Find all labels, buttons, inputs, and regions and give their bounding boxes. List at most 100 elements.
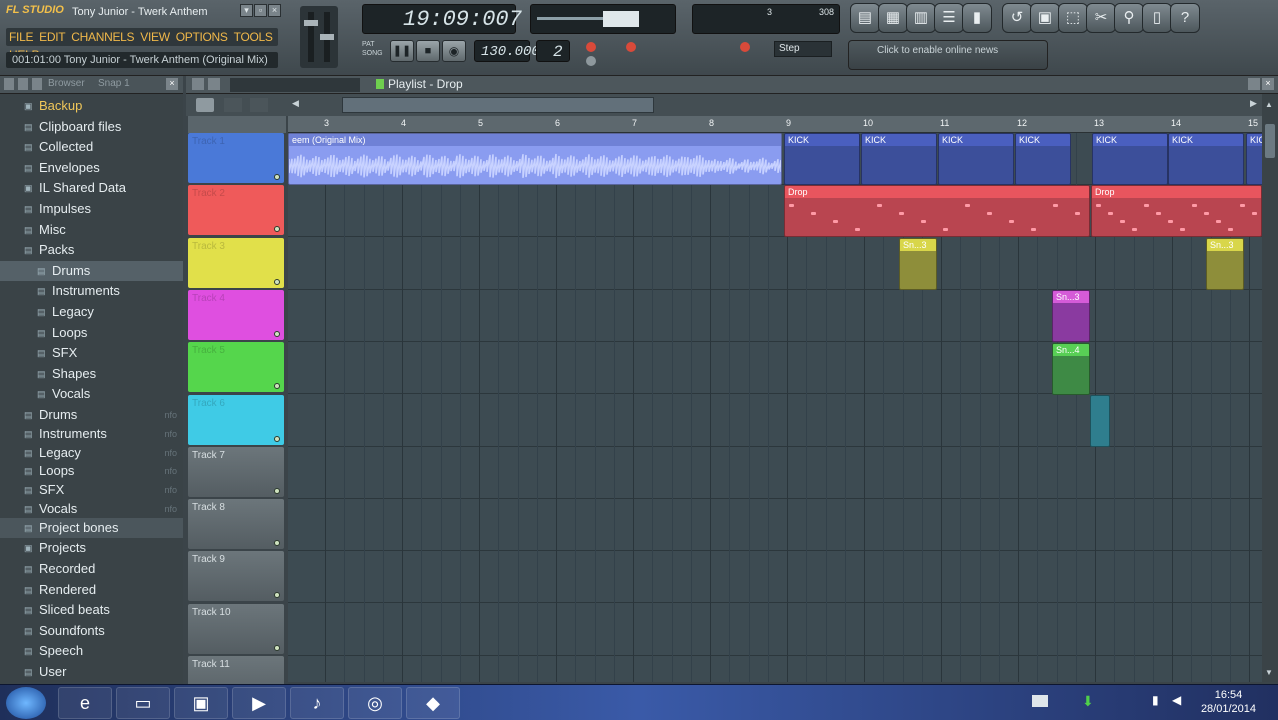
- track-mute-icon[interactable]: [274, 383, 280, 390]
- browser-item[interactable]: ▤ Drums: [0, 260, 183, 281]
- pattern-selector[interactable]: 2: [536, 40, 570, 62]
- system-clock[interactable]: 16:54 28/01/2014: [1201, 688, 1256, 716]
- short-pattern-clip[interactable]: Sn...4: [1052, 343, 1090, 395]
- browser-item[interactable]: ▤ Speech: [0, 641, 183, 661]
- file-explorer-icon[interactable]: ▭: [116, 687, 170, 719]
- browser-item[interactable]: ▤ Envelopes: [0, 158, 183, 178]
- browser-item[interactable]: ▤ Recorded: [0, 559, 183, 579]
- playlist-title[interactable]: Playlist - Drop: [388, 77, 463, 91]
- snap-selector[interactable]: Step: [774, 41, 832, 57]
- horizontal-scrollbar[interactable]: [342, 97, 654, 113]
- browser-item[interactable]: ▤ Instruments nfo: [0, 424, 183, 442]
- record-button[interactable]: ◉: [442, 40, 466, 62]
- browser-forward-icon[interactable]: [18, 78, 28, 90]
- track-mute-icon[interactable]: [274, 592, 280, 599]
- browser-menu-icon[interactable]: [32, 78, 42, 90]
- mixer-icon[interactable]: ▮: [962, 3, 992, 33]
- short-pattern-clip[interactable]: Sn...3: [1206, 238, 1244, 290]
- menu-file[interactable]: FILE: [6, 28, 36, 46]
- browser-item[interactable]: ▤ Rendered: [0, 580, 183, 600]
- kick-pattern-clip[interactable]: KICK: [1015, 133, 1071, 185]
- track-lane[interactable]: [288, 238, 1262, 290]
- track-mute-icon[interactable]: [274, 330, 280, 337]
- playlist-icon[interactable]: ▤: [850, 3, 880, 33]
- track-lane[interactable]: [288, 395, 1262, 447]
- volume-icon[interactable]: ◀: [1172, 693, 1186, 709]
- cut-icon[interactable]: ✂: [1086, 3, 1116, 33]
- playlist-tool-icons[interactable]: [230, 78, 360, 92]
- track-lane[interactable]: [288, 604, 1262, 656]
- vertical-scrollbar[interactable]: ▲ ▼: [1262, 94, 1278, 682]
- browser-item[interactable]: ▤ Soundfonts: [0, 621, 183, 641]
- start-button[interactable]: [6, 687, 46, 719]
- metronome-icon[interactable]: [586, 56, 596, 66]
- track-lane[interactable]: [288, 551, 1262, 604]
- menu-tools[interactable]: TOOLS: [231, 28, 276, 46]
- browser-item[interactable]: ▤ Collected: [0, 137, 183, 157]
- scroll-right-icon[interactable]: ▶: [1250, 98, 1260, 112]
- track-header[interactable]: Track 2: [188, 185, 284, 236]
- minimize-icon[interactable]: ▾: [240, 4, 253, 17]
- tray-icon[interactable]: [1032, 695, 1048, 707]
- kick-pattern-clip[interactable]: KICK: [1168, 133, 1244, 185]
- track-mute-icon[interactable]: [274, 487, 280, 494]
- drop-pattern-clip[interactable]: Drop: [1091, 185, 1262, 237]
- browser-item[interactable]: ▤ Sliced beats: [0, 600, 183, 620]
- short-pattern-clip[interactable]: [1090, 395, 1110, 447]
- track-lane[interactable]: [288, 447, 1262, 499]
- track-mute-icon[interactable]: [274, 278, 280, 285]
- short-pattern-clip[interactable]: Sn...3: [1052, 290, 1090, 342]
- kick-pattern-clip[interactable]: KICK: [1246, 133, 1262, 185]
- track-lane[interactable]: [288, 656, 1262, 682]
- kick-pattern-clip[interactable]: KICK: [938, 133, 1014, 185]
- track-header[interactable]: Track 6: [188, 394, 284, 445]
- browser-item[interactable]: ▣ IL Shared Data: [0, 178, 183, 198]
- browser-back-icon[interactable]: [4, 78, 14, 90]
- close-icon[interactable]: ×: [268, 4, 281, 17]
- stop-button[interactable]: ■: [416, 40, 440, 62]
- scroll-up-icon[interactable]: ▲: [1265, 100, 1275, 109]
- track-mute-icon[interactable]: [274, 644, 280, 651]
- audio-clip[interactable]: eem (Original Mix): [288, 133, 782, 185]
- playlist-close-icon[interactable]: ×: [1262, 78, 1274, 90]
- news-panel[interactable]: Click to enable online news: [848, 40, 1048, 70]
- browser-item[interactable]: ▤ Packs: [0, 240, 183, 260]
- browser-item[interactable]: ▣ Projects: [0, 538, 183, 558]
- browser-item[interactable]: ▤ Drums nfo: [0, 405, 183, 423]
- track-header[interactable]: Track 1: [188, 133, 284, 183]
- kick-pattern-clip[interactable]: KICK: [784, 133, 860, 185]
- network-icon[interactable]: ▮: [1152, 693, 1166, 709]
- maximize-icon[interactable]: ▫: [254, 4, 267, 17]
- playlist-snap-icon[interactable]: [208, 78, 220, 90]
- track-header[interactable]: Track 4: [188, 289, 284, 340]
- media-player-icon[interactable]: ▣: [174, 687, 228, 719]
- pattern-clip-icon[interactable]: [196, 98, 214, 112]
- save-icon[interactable]: ▣: [1030, 3, 1060, 33]
- menu-view[interactable]: VIEW: [137, 28, 172, 46]
- playlist-menu-icon[interactable]: [192, 78, 204, 90]
- pat-song-switch[interactable]: PAT SONG: [362, 40, 388, 62]
- browser-item[interactable]: ▤ SFX: [0, 343, 183, 363]
- track-lane[interactable]: [288, 290, 1262, 342]
- drop-pattern-clip[interactable]: Drop: [784, 185, 1090, 237]
- download-icon[interactable]: ⬇: [1082, 693, 1096, 709]
- browser-item[interactable]: ▣ Backup: [0, 96, 183, 116]
- track-lane[interactable]: [288, 342, 1262, 395]
- browser-item[interactable]: ▤ Legacy nfo: [0, 443, 183, 461]
- tempo-display[interactable]: 130.000: [474, 40, 540, 62]
- browser-item[interactable]: ▤ User: [0, 662, 183, 682]
- browser-item[interactable]: ▤ Clipboard files: [0, 117, 183, 137]
- render-icon[interactable]: ⬚: [1058, 3, 1088, 33]
- browser-item[interactable]: ▤ Shapes: [0, 364, 183, 384]
- internet-explorer-icon[interactable]: e: [58, 687, 112, 719]
- help-icon[interactable]: ?: [1170, 3, 1200, 33]
- playlist-detach-icon[interactable]: [1248, 78, 1260, 90]
- record-option-icon[interactable]: [586, 42, 596, 52]
- app-taskbar-icon[interactable]: ◆: [406, 687, 460, 719]
- browser-item[interactable]: ▤ Vocals nfo: [0, 499, 183, 517]
- browser-item[interactable]: ▤ Instruments: [0, 281, 183, 301]
- countdown-icon[interactable]: [626, 42, 636, 52]
- loop-record-icon[interactable]: [740, 42, 750, 52]
- track-mute-icon[interactable]: [274, 174, 280, 180]
- track-header[interactable]: Track 7: [188, 446, 284, 497]
